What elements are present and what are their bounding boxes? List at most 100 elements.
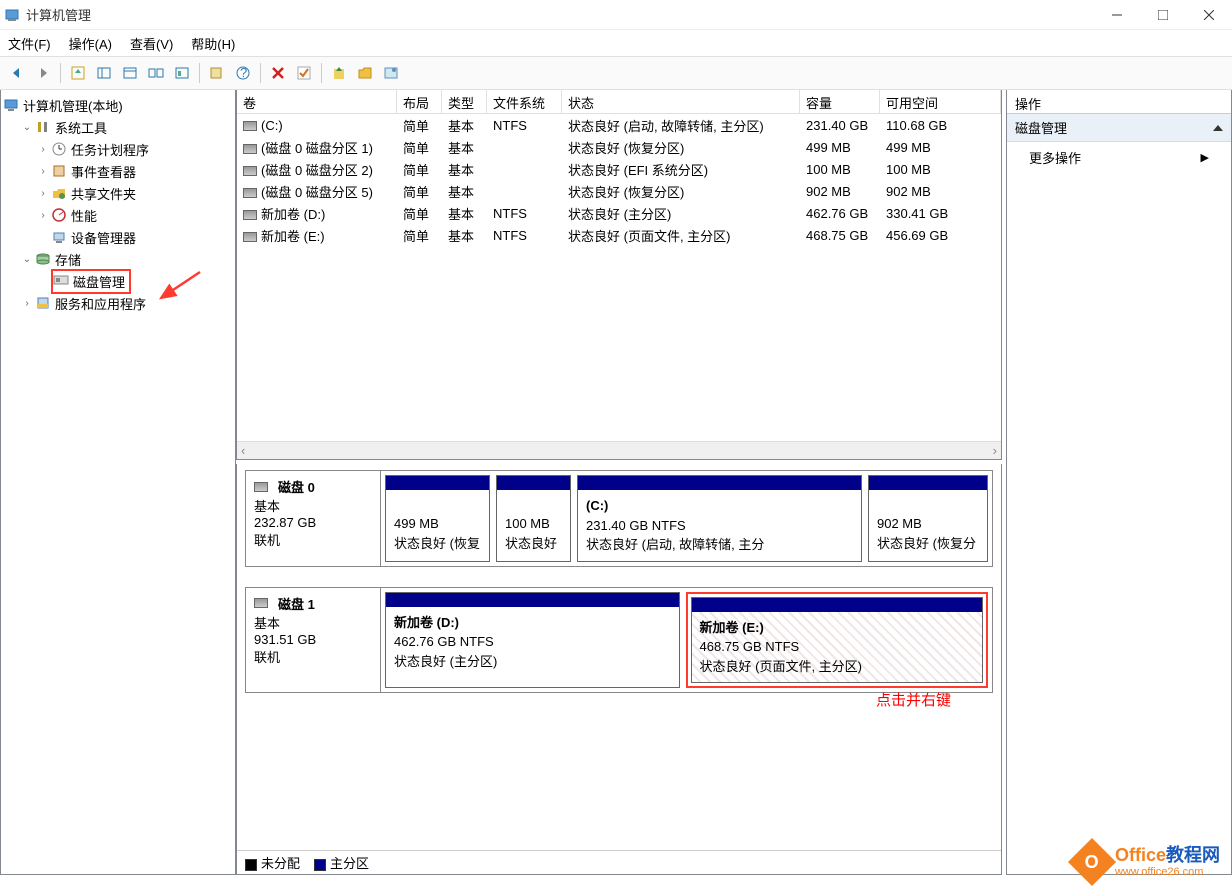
volume-list[interactable]: 卷 布局 类型 文件系统 状态 容量 可用空间 (C:)简单基本NTFS状态良好… [236, 90, 1002, 460]
expand-icon[interactable]: › [35, 144, 51, 155]
expand-icon[interactable]: › [35, 188, 51, 199]
tree-device-manager[interactable]: 设备管理器 [3, 226, 233, 248]
close-button[interactable] [1186, 0, 1232, 30]
separator [260, 63, 261, 83]
settings-button[interactable] [380, 62, 402, 84]
watermark: O Office教程网 www.office26.com [1075, 845, 1220, 879]
legend: 未分配 主分区 [237, 850, 1001, 874]
tree-root[interactable]: 计算机管理(本地) [3, 94, 233, 116]
watermark-logo: O [1068, 838, 1116, 886]
col-type[interactable]: 类型 [442, 90, 487, 113]
help-button[interactable]: ? [232, 62, 254, 84]
title-bar: 计算机管理 [0, 0, 1232, 30]
menu-action[interactable]: 操作(A) [69, 34, 112, 53]
legend-primary-swatch [314, 859, 326, 871]
col-volume[interactable]: 卷 [237, 90, 397, 113]
disk-0-block[interactable]: 磁盘 0 基本 232.87 GB 联机 499 MB状态良好 (恢复 100 … [245, 470, 993, 567]
menu-help[interactable]: 帮助(H) [191, 34, 235, 53]
horizontal-scrollbar[interactable]: ‹› [237, 441, 1001, 459]
collapse-icon[interactable]: ⌄ [19, 122, 35, 133]
tree-event-viewer[interactable]: › 事件查看器 [3, 160, 233, 182]
delete-button[interactable] [267, 62, 289, 84]
detail-button[interactable] [171, 62, 193, 84]
menu-bar: 文件(F) 操作(A) 查看(V) 帮助(H) [0, 30, 1232, 56]
disk-mgmt-icon [53, 272, 69, 288]
actions-section-disk-mgmt[interactable]: 磁盘管理 [1007, 114, 1231, 142]
expand-icon[interactable]: › [35, 166, 51, 177]
maximize-button[interactable] [1140, 0, 1186, 30]
app-icon [4, 7, 20, 23]
disk-1-block[interactable]: 磁盘 1 基本 931.51 GB 联机 新加卷 (D:)462.76 GB N… [245, 587, 993, 694]
collapse-icon[interactable]: ⌄ [19, 254, 35, 265]
expand-icon[interactable]: › [35, 210, 51, 221]
menu-view[interactable]: 查看(V) [130, 34, 173, 53]
device-icon [51, 229, 67, 245]
actions-header: 操作 [1007, 90, 1231, 114]
tree-task-scheduler[interactable]: › 任务计划程序 [3, 138, 233, 160]
properties-button[interactable] [206, 62, 228, 84]
tree-storage[interactable]: ⌄ 存储 [3, 248, 233, 270]
toolbar: ? [0, 56, 1232, 90]
shared-folder-icon [51, 185, 67, 201]
expand-icon[interactable]: › [19, 298, 35, 309]
content-pane: 卷 布局 类型 文件系统 状态 容量 可用空间 (C:)简单基本NTFS状态良好… [236, 90, 1002, 875]
actions-pane: 操作 磁盘管理 更多操作 ▶ [1006, 90, 1232, 875]
computer-icon [3, 97, 19, 113]
storage-icon [35, 251, 51, 267]
disk-icon [254, 598, 268, 608]
tree-performance[interactable]: › 性能 [3, 204, 233, 226]
volume-row[interactable]: 新加卷 (D:)简单基本NTFS状态良好 (主分区)462.76 GB330.4… [237, 202, 1001, 224]
minimize-button[interactable] [1094, 0, 1140, 30]
tools-icon [35, 119, 51, 135]
tree-shared-folders[interactable]: › 共享文件夹 [3, 182, 233, 204]
disk1-partition-e-highlighted[interactable]: 新加卷 (E:)468.75 GB NTFS状态良好 (页面文件, 主分区) [686, 592, 989, 689]
volume-row[interactable]: 新加卷 (E:)简单基本NTFS状态良好 (页面文件, 主分区)468.75 G… [237, 224, 1001, 246]
volume-row[interactable]: (磁盘 0 磁盘分区 1)简单基本状态良好 (恢复分区)499 MB499 MB [237, 136, 1001, 158]
highlight-annotation: 磁盘管理 [51, 269, 131, 294]
col-free[interactable]: 可用空间 [880, 90, 1001, 113]
volume-header: 卷 布局 类型 文件系统 状态 容量 可用空间 [237, 90, 1001, 114]
folder-button[interactable] [354, 62, 376, 84]
disk-icon [254, 482, 268, 492]
disk0-partition-4[interactable]: 902 MB状态良好 (恢复分 [868, 475, 988, 562]
separator [321, 63, 322, 83]
menu-file[interactable]: 文件(F) [8, 34, 51, 53]
col-layout[interactable]: 布局 [397, 90, 442, 113]
up-button[interactable] [67, 62, 89, 84]
col-fs[interactable]: 文件系统 [487, 90, 562, 113]
disk-map[interactable]: 磁盘 0 基本 232.87 GB 联机 499 MB状态良好 (恢复 100 … [236, 464, 1002, 875]
separator [60, 63, 61, 83]
tree-pane[interactable]: 计算机管理(本地) ⌄ 系统工具 › 任务计划程序 › 事件查看器 › 共享文件… [0, 90, 236, 875]
volume-row[interactable]: (磁盘 0 磁盘分区 5)简单基本状态良好 (恢复分区)902 MB902 MB [237, 180, 1001, 202]
event-icon [51, 163, 67, 179]
check-button[interactable] [293, 62, 315, 84]
services-icon [35, 295, 51, 311]
separator [199, 63, 200, 83]
tree-system-tools[interactable]: ⌄ 系统工具 [3, 116, 233, 138]
svg-text:?: ? [240, 65, 247, 80]
window-title: 计算机管理 [26, 5, 91, 24]
performance-icon [51, 207, 67, 223]
disk-0-info: 磁盘 0 基本 232.87 GB 联机 [246, 471, 381, 566]
export-button[interactable] [328, 62, 350, 84]
volume-row[interactable]: (C:)简单基本NTFS状态良好 (启动, 故障转储, 主分区)231.40 G… [237, 114, 1001, 136]
annotation-text: 点击并右键 [876, 689, 951, 710]
col-status[interactable]: 状态 [562, 90, 800, 113]
disk0-partition-2[interactable]: 100 MB状态良好 [496, 475, 571, 562]
chevron-right-icon: ▶ [1201, 151, 1209, 164]
forward-button[interactable] [32, 62, 54, 84]
show-tree-button[interactable] [93, 62, 115, 84]
volume-row[interactable]: (磁盘 0 磁盘分区 2)简单基本状态良好 (EFI 系统分区)100 MB10… [237, 158, 1001, 180]
clock-icon [51, 141, 67, 157]
disk1-partition-d[interactable]: 新加卷 (D:)462.76 GB NTFS状态良好 (主分区) [385, 592, 680, 689]
disk-1-info: 磁盘 1 基本 931.51 GB 联机 [246, 588, 381, 693]
actions-more[interactable]: 更多操作 ▶ [1007, 142, 1231, 173]
col-capacity[interactable]: 容量 [800, 90, 880, 113]
arrow-annotation [155, 270, 205, 306]
view-button[interactable] [145, 62, 167, 84]
collapse-up-icon[interactable] [1213, 125, 1223, 131]
disk0-partition-c[interactable]: (C:)231.40 GB NTFS状态良好 (启动, 故障转储, 主分 [577, 475, 862, 562]
back-button[interactable] [6, 62, 28, 84]
disk0-partition-1[interactable]: 499 MB状态良好 (恢复 [385, 475, 490, 562]
refresh-view-button[interactable] [119, 62, 141, 84]
